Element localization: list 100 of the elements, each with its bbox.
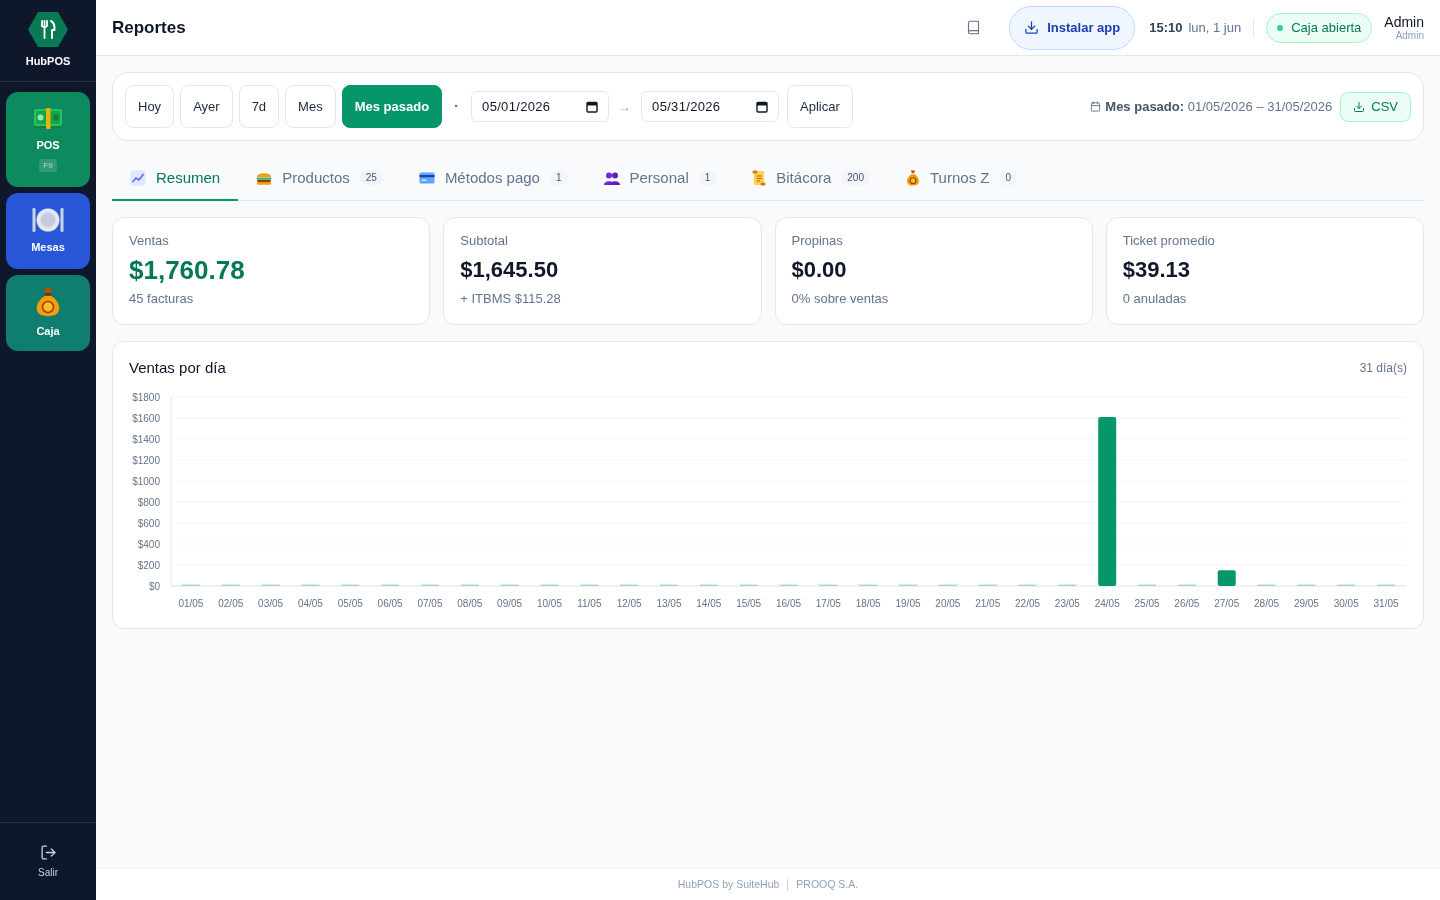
book-icon xyxy=(965,20,981,35)
money-bag-icon xyxy=(906,170,920,186)
axis-label: 06/05 xyxy=(377,598,403,609)
tab[interactable]: Personal 1 xyxy=(585,157,735,201)
chart-title: Ventas por día xyxy=(129,358,226,378)
apply-button[interactable]: Aplicar xyxy=(787,85,853,128)
footer-credit: HubPOS by SuiteHub xyxy=(677,876,780,892)
axis-label: 18/05 xyxy=(855,598,881,609)
nav-button[interactable]: Mesas xyxy=(6,193,90,269)
csv-button[interactable]: CSV xyxy=(1340,91,1411,122)
preset-button[interactable]: 7d xyxy=(238,85,280,128)
user-role: Admin xyxy=(1395,29,1424,42)
banknote-icon xyxy=(33,107,63,131)
arrow-text: → xyxy=(619,98,632,116)
axis-label: 21/05 xyxy=(975,598,1001,609)
axis-label: 15/05 xyxy=(736,598,762,609)
axis-label: 07/05 xyxy=(417,598,443,609)
axis-label: $1200 xyxy=(132,454,160,466)
user-name: Admin xyxy=(1384,13,1424,30)
axis-label: $200 xyxy=(137,559,160,571)
plate-cutlery-icon xyxy=(31,207,65,233)
stat-detail: + ITBMS $115.28 xyxy=(460,290,562,308)
stat-detail: 0 anuladas xyxy=(1122,290,1188,308)
tab[interactable]: Turnos Z 0 xyxy=(888,157,1036,201)
stat-detail: 45 facturas xyxy=(129,290,195,308)
axis-label: 02/05 xyxy=(218,598,244,609)
preset-button[interactable]: Ayer xyxy=(180,85,233,128)
current-date: lun, 1 jun xyxy=(1188,18,1242,37)
calendar-icon xyxy=(1090,101,1102,112)
tab-count: 0 xyxy=(999,170,1018,186)
axis-label: 29/05 xyxy=(1293,598,1319,609)
scroll-icon xyxy=(752,170,767,186)
axis-label: 04/05 xyxy=(297,598,323,609)
tab[interactable]: Resumen xyxy=(112,157,239,201)
axis-label: 13/05 xyxy=(656,598,682,609)
tab-count: 1 xyxy=(549,170,568,186)
axis-label: $1600 xyxy=(132,412,160,424)
tab[interactable]: Productos 25 xyxy=(238,157,401,201)
axis-label: 11/05 xyxy=(577,598,602,609)
nav-button[interactable]: POS F9 xyxy=(6,92,90,187)
date-field[interactable]: 05/31/2026 xyxy=(641,91,780,122)
preset-button[interactable]: Mes xyxy=(285,85,336,128)
axis-label: 17/05 xyxy=(815,598,841,609)
range-summary: Mes pasado: 01/05/2026 – 31/05/2026 xyxy=(1105,97,1333,116)
axis-label: 16/05 xyxy=(776,598,801,609)
days-count: 31 día(s) xyxy=(1359,360,1407,377)
axis-label: $600 xyxy=(137,517,160,529)
axis-label: 05/05 xyxy=(337,598,363,609)
logo-icon xyxy=(28,12,68,47)
axis-label: 03/05 xyxy=(258,598,284,609)
burger-icon xyxy=(256,171,273,185)
axis-label: $800 xyxy=(137,496,160,508)
axis-label: $1400 xyxy=(132,433,160,445)
credit-card-icon xyxy=(418,172,435,184)
axis-label: $1000 xyxy=(132,475,160,487)
axis-label: 31/05 xyxy=(1373,598,1399,609)
calendar-icon[interactable] xyxy=(586,100,599,113)
cash-status-label: Caja abierta xyxy=(1291,18,1362,37)
axis-label: 23/05 xyxy=(1054,598,1080,609)
line-chart-icon xyxy=(130,170,146,186)
stat-value: $1,760.78 xyxy=(129,254,246,286)
download-icon xyxy=(1024,20,1040,35)
axis-label: 08/05 xyxy=(457,598,483,609)
axis-label: 19/05 xyxy=(895,598,921,609)
tab[interactable]: Métodos pago 1 xyxy=(400,157,586,201)
footer-company: PROOQ S.A. xyxy=(796,876,859,892)
axis-label: 22/05 xyxy=(1015,598,1041,609)
calendar-icon[interactable] xyxy=(756,100,769,113)
brand-name: HubPOS xyxy=(25,54,71,69)
date-field[interactable]: 05/01/2026 xyxy=(471,91,610,122)
stat-label: Ticket promedio xyxy=(1122,232,1216,250)
chart-bar xyxy=(1217,570,1236,586)
axis-label: 28/05 xyxy=(1254,598,1280,609)
tab[interactable]: Bitácora 200 xyxy=(734,157,888,201)
axis-label: 14/05 xyxy=(696,598,722,609)
logout-icon xyxy=(39,844,57,861)
axis-label: $0 xyxy=(148,580,160,592)
download-icon xyxy=(1353,100,1366,113)
axis-label: $1800 xyxy=(132,391,160,403)
axis-label: $400 xyxy=(137,538,160,550)
preset-button[interactable]: Mes pasado xyxy=(341,85,443,128)
axis-label: 30/05 xyxy=(1333,598,1359,609)
install-app-button[interactable]: Instalar app xyxy=(1009,5,1136,50)
tab-count: 200 xyxy=(841,170,870,186)
stat-label: Ventas xyxy=(129,232,170,250)
stat-value: $1,645.50 xyxy=(460,256,560,284)
tab-count: 1 xyxy=(698,170,717,186)
shortcut-key: F9 xyxy=(39,159,57,172)
nav-button[interactable]: Caja xyxy=(6,275,90,351)
page-title: Reportes xyxy=(112,16,186,39)
money-bag-icon xyxy=(35,287,61,317)
preset-button[interactable]: Hoy xyxy=(125,85,175,128)
axis-label: 24/05 xyxy=(1094,598,1120,609)
axis-label: 09/05 xyxy=(497,598,523,609)
people-icon xyxy=(603,171,620,185)
stat-label: Propinas xyxy=(791,232,844,250)
axis-label: 01/05 xyxy=(178,598,204,609)
clock-time: 15:10 xyxy=(1149,18,1183,37)
axis-label: 27/05 xyxy=(1214,598,1240,609)
axis-label: 26/05 xyxy=(1174,598,1200,609)
